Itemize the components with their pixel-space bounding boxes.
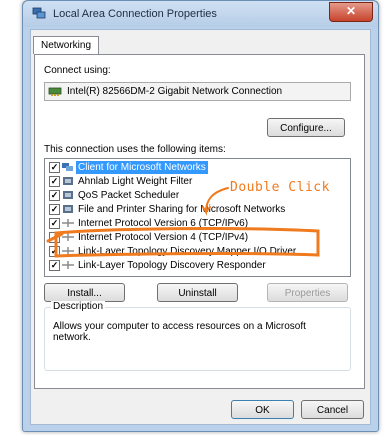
- annotation-text: Double Click: [230, 180, 330, 195]
- annotation-overlay: [46, 187, 320, 258]
- annotation-highlight-stroke: [46, 227, 320, 258]
- annotation-arrow: [202, 187, 229, 216]
